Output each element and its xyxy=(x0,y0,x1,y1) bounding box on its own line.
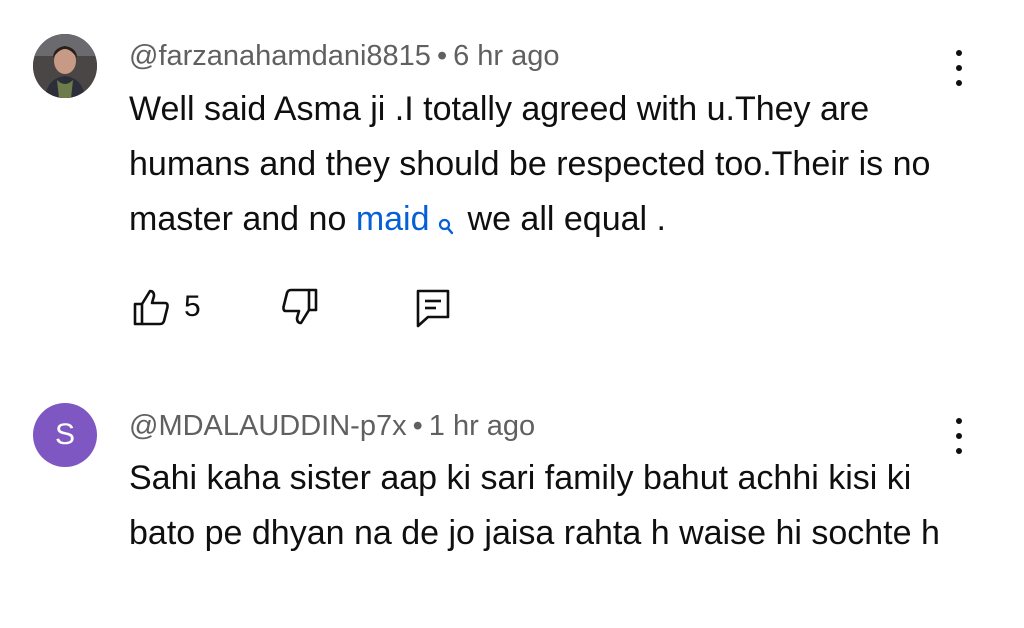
reply-button[interactable] xyxy=(415,288,451,328)
comment-meta: @farzanahamdani8815 • 6 hr ago xyxy=(129,40,560,73)
dislike-button[interactable] xyxy=(279,288,319,326)
comments-list: @farzanahamdani8815 • 6 hr ago Well said A… xyxy=(0,0,1024,628)
like-count: 5 xyxy=(184,290,201,323)
meta-separator: • xyxy=(412,410,423,442)
thumbs-down-icon xyxy=(282,288,318,325)
comment-more-button[interactable] xyxy=(944,416,974,456)
more-vertical-icon xyxy=(956,50,962,56)
avatar[interactable]: S xyxy=(33,403,97,467)
comment-text-part: we all equal . xyxy=(467,200,666,238)
profile-photo-icon xyxy=(33,34,97,98)
meta-separator: • xyxy=(436,40,448,72)
search-icon[interactable] xyxy=(438,198,454,253)
comment-timestamp[interactable]: 1 hr ago xyxy=(429,410,535,442)
comment-author[interactable]: @MDALAUDDIN-p7x xyxy=(129,410,407,442)
more-vertical-icon xyxy=(956,418,962,424)
like-button[interactable]: 5 xyxy=(132,288,201,326)
comment-author[interactable]: @farzanahamdani8815 xyxy=(129,40,431,72)
thumbs-up-icon xyxy=(133,289,169,326)
avatar[interactable] xyxy=(33,34,97,98)
comment-timestamp[interactable]: 6 hr ago xyxy=(453,40,559,72)
comment-reply-icon xyxy=(416,289,450,328)
search-link[interactable]: maid xyxy=(356,200,430,238)
comment-text: Well said Asma ji .I totally agreed with… xyxy=(129,82,959,253)
comment-meta: @MDALAUDDIN-p7x • 1 hr ago xyxy=(129,410,535,443)
comment-text: Sahi kaha sister aap ki sari family bahu… xyxy=(129,459,940,552)
